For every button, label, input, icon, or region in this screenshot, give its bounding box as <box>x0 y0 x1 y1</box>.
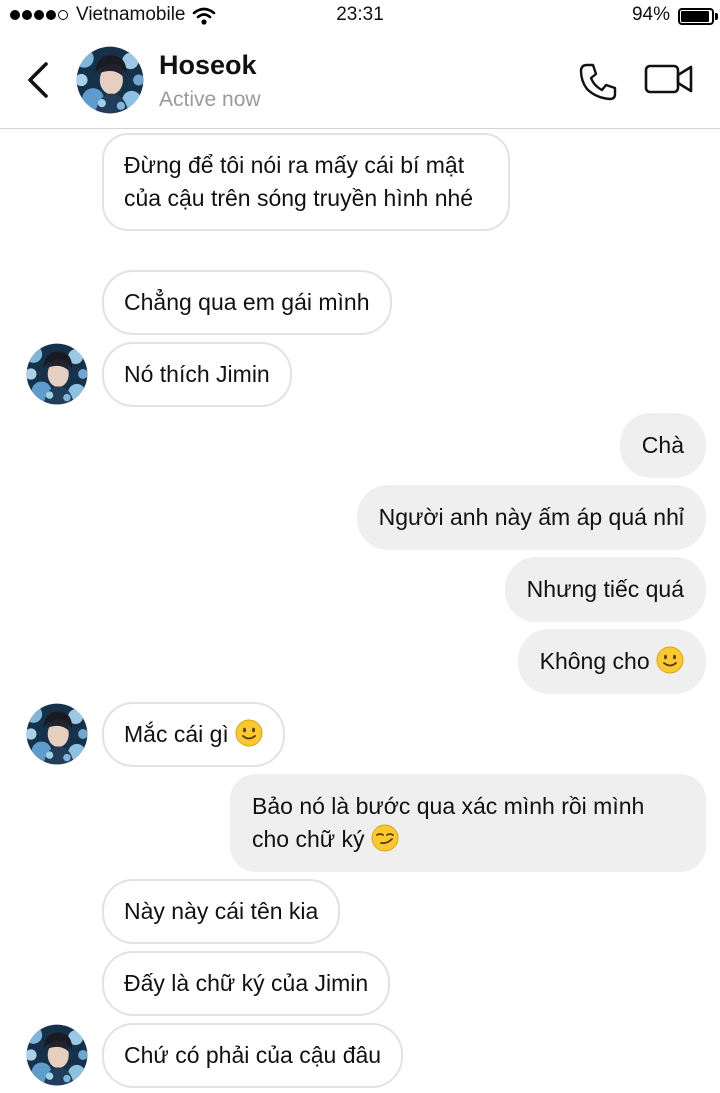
status-time: 23:31 <box>336 4 384 25</box>
message-bubble-incoming[interactable]: Này này cái tên kia <box>102 879 341 944</box>
conversation-header: Hoseok Active now <box>0 34 720 129</box>
contact-name[interactable]: Hoseok <box>159 50 257 81</box>
message-bubble-incoming[interactable]: Mắc cái gì <box>102 702 286 767</box>
sender-avatar[interactable] <box>26 343 88 405</box>
smirk-emoji-icon <box>371 823 399 856</box>
message-text: Không cho <box>539 648 650 674</box>
video-call-button[interactable] <box>644 62 696 102</box>
message-text: Bảo nó là bước qua xác mình rồi mình cho… <box>252 793 645 852</box>
message-bubble-incoming[interactable]: Chẳng qua em gái mình <box>102 270 392 335</box>
message-text: Nó thích Jimin <box>124 361 270 387</box>
message-bubble-incoming[interactable]: Đừng để tôi nói ra mấy cái bí mật của cậ… <box>102 133 510 231</box>
battery-percent: 94% <box>631 4 670 25</box>
message-text: Chà <box>641 432 684 458</box>
contact-status: Active now <box>159 88 261 111</box>
message-text: Nhưng tiếc quá <box>526 576 684 602</box>
sender-avatar[interactable] <box>26 703 88 765</box>
slight-smile-emoji-icon <box>235 718 263 751</box>
message-text: Chứ có phải của cậu đâu <box>124 1042 382 1068</box>
message-bubble-outgoing[interactable]: Không cho <box>517 629 706 694</box>
message-list[interactable]: Đừng để tôi nói ra mấy cái bí mật của cậ… <box>0 129 720 1093</box>
contact-avatar[interactable] <box>76 46 144 114</box>
sender-avatar[interactable] <box>26 1024 88 1086</box>
call-button[interactable] <box>578 62 622 102</box>
message-text: Đừng để tôi nói ra mấy cái bí mật của cậ… <box>124 152 474 211</box>
message-bubble-incoming[interactable]: Chứ có phải của cậu đâu <box>102 1023 404 1088</box>
status-bar: Vietnamobile 23:31 94% <box>0 0 720 34</box>
message-text: Này này cái tên kia <box>124 898 319 924</box>
message-text: Đấy là chữ ký của Jimin <box>124 970 369 996</box>
back-button[interactable] <box>16 54 60 106</box>
message-bubble-outgoing[interactable]: Người anh này ấm áp quá nhỉ <box>356 485 706 550</box>
message-text: Chẳng qua em gái mình <box>124 289 370 315</box>
message-bubble-incoming[interactable]: Đấy là chữ ký của Jimin <box>102 951 391 1016</box>
battery-icon <box>678 8 714 25</box>
message-text: Mắc cái gì <box>124 721 229 747</box>
message-text: Người anh này ấm áp quá nhỉ <box>378 504 684 530</box>
battery-cap <box>715 13 718 20</box>
message-bubble-outgoing[interactable]: Bảo nó là bước qua xác mình rồi mình cho… <box>230 774 706 872</box>
slight-smile-emoji-icon <box>656 645 684 678</box>
message-bubble-incoming[interactable]: Nó thích Jimin <box>102 342 292 407</box>
chevron-left-icon <box>28 62 48 98</box>
phone-icon <box>579 63 617 101</box>
message-bubble-outgoing[interactable]: Nhưng tiếc quá <box>504 557 706 622</box>
video-camera-icon <box>644 64 693 94</box>
message-bubble-outgoing[interactable]: Chà <box>619 413 706 478</box>
